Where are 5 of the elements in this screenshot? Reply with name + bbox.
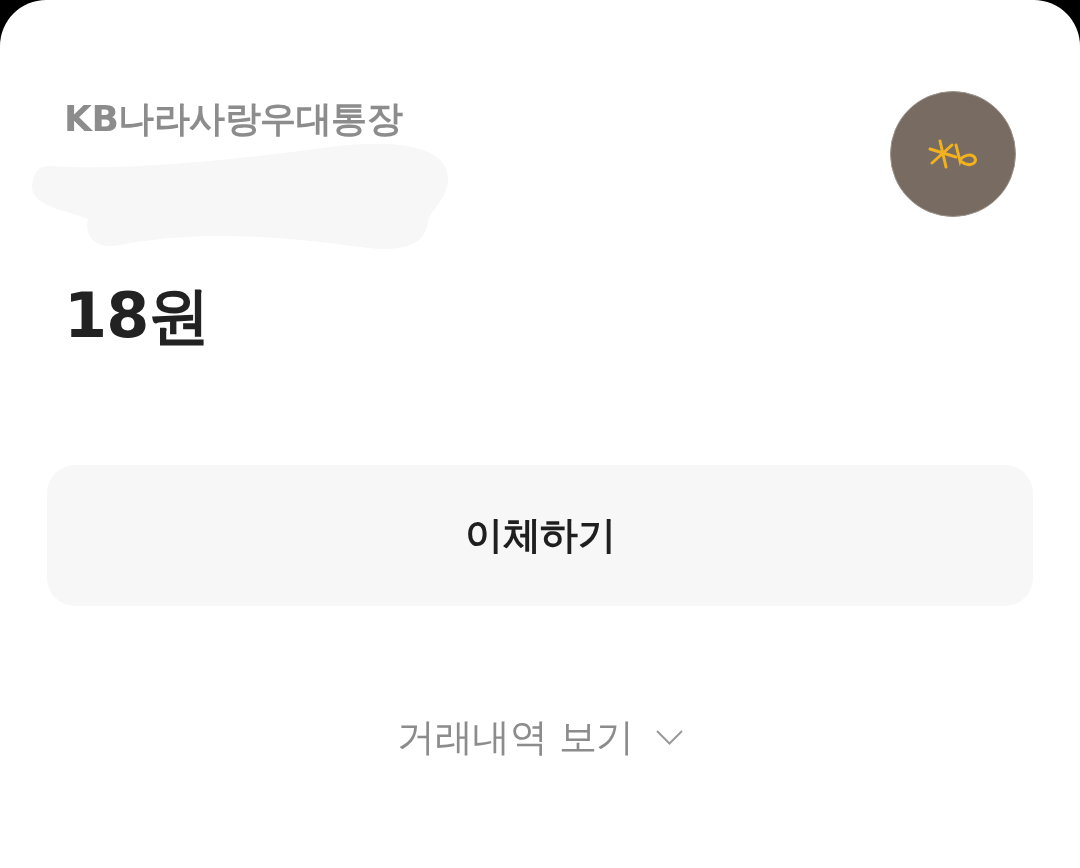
account-name: KB나라사랑우대통장	[64, 97, 403, 141]
transfer-button[interactable]: 이체하기	[47, 465, 1033, 606]
chevron-down-icon	[655, 729, 683, 745]
balance-amount: 18원	[63, 278, 210, 354]
star-logo-icon	[890, 91, 1016, 217]
